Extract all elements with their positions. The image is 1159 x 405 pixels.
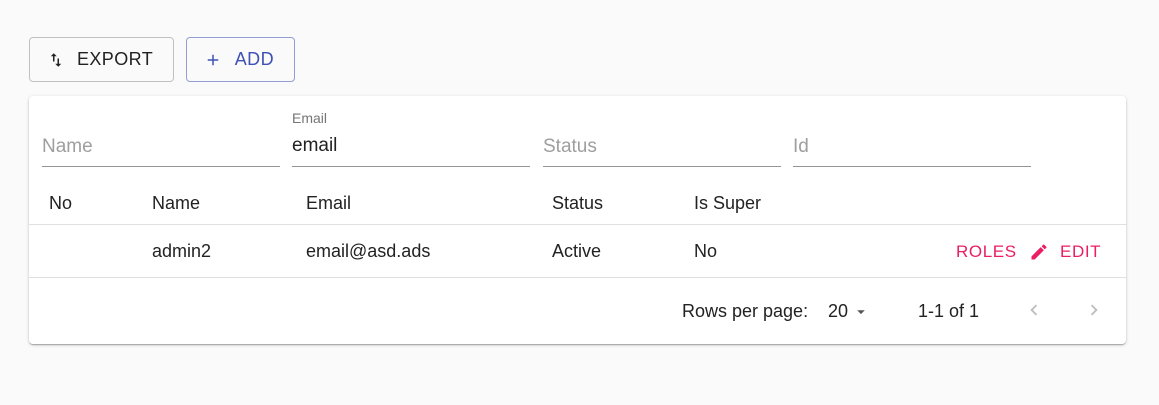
column-header-name[interactable]: Name xyxy=(152,193,200,214)
export-label: EXPORT xyxy=(77,49,154,69)
name-filter-placeholder: Name xyxy=(42,136,93,157)
add-button[interactable]: ADD xyxy=(186,37,295,82)
add-label: ADD xyxy=(234,49,274,69)
cell-status: Active xyxy=(552,241,602,261)
rows-per-page-label: Rows per page: xyxy=(682,301,809,321)
id-filter-placeholder: Id xyxy=(793,136,809,157)
roles-label: ROLES xyxy=(956,242,1017,261)
edit-label: EDIT xyxy=(1060,242,1102,261)
next-page-button[interactable] xyxy=(1083,299,1105,321)
email-filter-field[interactable]: Email email xyxy=(292,96,530,167)
cell-is-super: No xyxy=(694,241,718,261)
roles-button[interactable]: ROLES xyxy=(956,242,1017,262)
plus-icon xyxy=(204,50,223,70)
export-button[interactable]: EXPORT xyxy=(29,37,174,82)
pagination-range: 1-1 of 1 xyxy=(918,301,980,321)
edit-button[interactable]: EDIT xyxy=(1029,242,1101,262)
column-header-no[interactable]: No xyxy=(49,193,72,214)
chevron-right-icon xyxy=(1083,299,1105,321)
rows-per-page-select[interactable]: 20 xyxy=(828,301,868,322)
email-filter-value: email xyxy=(292,135,338,156)
column-header-is-super[interactable]: Is Super xyxy=(694,193,761,214)
arrow-drop-down-icon xyxy=(854,305,868,319)
chevron-left-icon xyxy=(1023,299,1045,321)
header-divider xyxy=(29,224,1126,225)
toolbar: EXPORT ADD xyxy=(29,37,295,82)
status-filter-placeholder: Status xyxy=(543,136,597,157)
users-table-card: Name Email email Status Id No Name Email… xyxy=(29,96,1126,344)
status-filter-field[interactable]: Status xyxy=(543,96,781,167)
previous-page-button[interactable] xyxy=(1023,299,1045,321)
name-filter-field[interactable]: Name xyxy=(42,96,280,167)
row-divider xyxy=(29,277,1126,278)
swap-vertical-icon xyxy=(47,50,65,70)
column-header-email[interactable]: Email xyxy=(306,193,351,214)
cell-name: admin2 xyxy=(152,241,212,261)
column-header-status[interactable]: Status xyxy=(552,193,603,214)
cell-email: email@asd.ads xyxy=(306,241,431,261)
rows-per-page-value: 20 xyxy=(828,301,849,321)
id-filter-field[interactable]: Id xyxy=(793,96,1031,167)
pencil-icon xyxy=(1029,242,1049,262)
email-filter-label: Email xyxy=(292,110,328,126)
